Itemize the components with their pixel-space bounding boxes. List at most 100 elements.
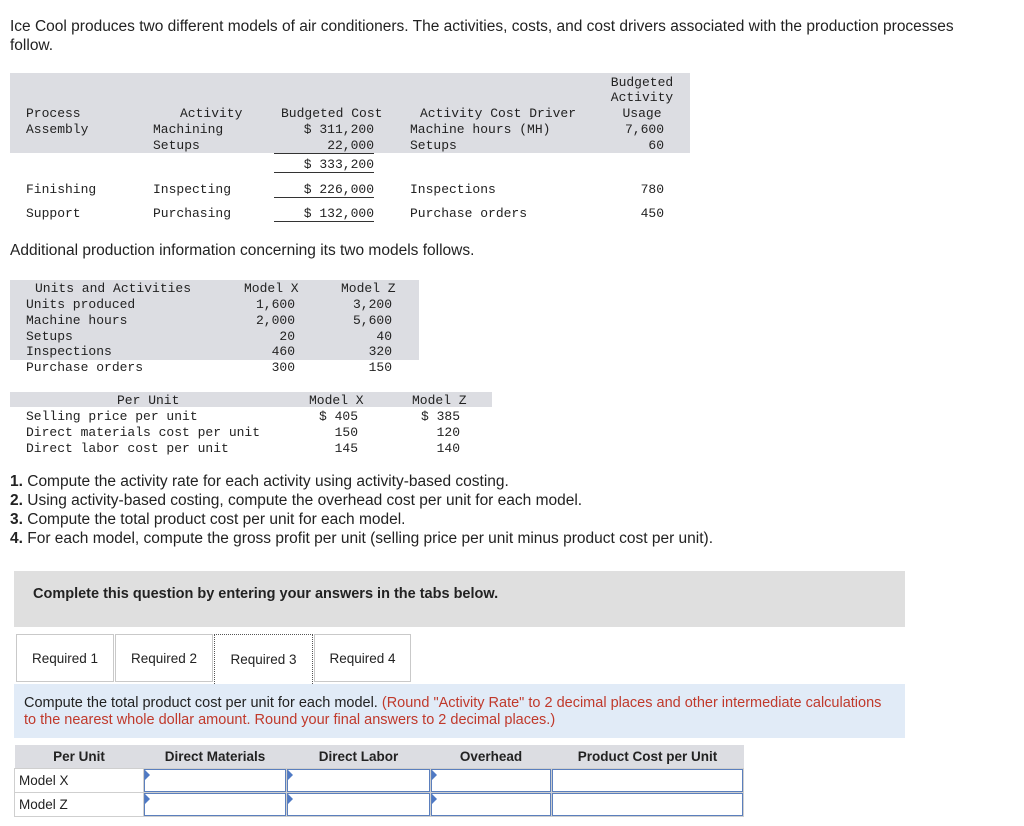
- question-4-text: For each model, compute the gross profit…: [22, 530, 714, 547]
- units-row-model-z: 40: [376, 328, 392, 344]
- col-product-cost: Product Cost per Unit: [551, 745, 744, 769]
- input-model-x-overhead[interactable]: [430, 768, 552, 793]
- question-2-number: 2.: [10, 492, 23, 509]
- input-model-x-direct-labor[interactable]: [286, 768, 431, 793]
- header-budgeted-cost: Budgeted Cost: [281, 106, 383, 121]
- question-3-number: 3.: [10, 511, 23, 528]
- per-unit-header: Per Unit: [117, 393, 180, 408]
- per-unit-row-model-x: $ 405: [318, 409, 358, 424]
- col-overhead: Overhead: [430, 745, 552, 769]
- input-box[interactable]: [144, 769, 286, 792]
- finishing-cost: $ 226,000: [274, 182, 374, 198]
- units-row-label: Machine hours: [26, 312, 128, 328]
- assembly-cost-2: 22,000: [274, 138, 374, 154]
- units-row-model-z: 3,200: [352, 297, 392, 312]
- input-marker-icon: [432, 770, 437, 780]
- input-box[interactable]: [144, 793, 286, 816]
- assembly-usage-2: 60: [648, 138, 664, 153]
- input-marker-icon: [288, 794, 293, 804]
- input-box[interactable]: [552, 769, 743, 792]
- intro-text: Ice Cool produces two different models o…: [10, 18, 954, 54]
- input-marker-icon: [145, 794, 150, 804]
- units-row-model-x: 300: [271, 360, 295, 376]
- units-header-model-x: Model X: [244, 281, 299, 296]
- question-3: 3. Compute the total product cost per un…: [10, 510, 1010, 529]
- finishing-usage: 780: [640, 182, 664, 197]
- assembly-driver-1: Machine hours (MH): [410, 122, 551, 137]
- input-box[interactable]: [431, 769, 551, 792]
- table-row: Model X: [14, 768, 744, 793]
- question-1: 1. Compute the activity rate for each ac…: [10, 472, 1010, 491]
- input-model-z-product-cost[interactable]: [551, 792, 744, 817]
- tab-instruction-text: Compute the total product cost per unit …: [24, 695, 894, 729]
- support-usage: 450: [640, 206, 664, 221]
- per-unit-row-model-x: 145: [334, 440, 358, 456]
- tab-required-2[interactable]: Required 2: [115, 634, 213, 682]
- per-unit-header-model-z: Model Z: [412, 393, 467, 408]
- instruction-main: Compute the total product cost per unit …: [24, 695, 378, 711]
- units-row-model-z: 320: [368, 344, 392, 360]
- assembly-process: Assembly: [26, 122, 89, 137]
- tab-required-1[interactable]: Required 1: [16, 634, 114, 682]
- input-model-x-direct-materials[interactable]: [143, 768, 287, 793]
- per-unit-row-model-z: 120: [436, 424, 460, 440]
- input-box[interactable]: [431, 793, 551, 816]
- question-4-number: 4.: [10, 530, 23, 547]
- col-direct-labor: Direct Labor: [286, 745, 431, 769]
- assembly-driver-2: Setups: [410, 138, 457, 153]
- question-3-text: Compute the total product cost per unit …: [22, 511, 406, 528]
- col-direct-materials: Direct Materials: [143, 745, 287, 769]
- header-usage-3: Usage: [622, 106, 662, 121]
- question-2-text: Using activity-based costing, compute th…: [22, 492, 583, 509]
- units-header: Units and Activities: [35, 281, 192, 296]
- units-row-label: Inspections: [26, 344, 112, 360]
- question-2: 2. Using activity-based costing, compute…: [10, 491, 1010, 510]
- input-marker-icon: [288, 770, 293, 780]
- per-unit-row-model-z: $ 385: [420, 409, 460, 424]
- units-header-model-z: Model Z: [341, 281, 396, 296]
- units-row-model-x: 460: [271, 344, 295, 360]
- units-row-model-x: 20: [279, 328, 295, 344]
- assembly-usage-1: 7,600: [624, 122, 664, 137]
- input-model-z-overhead[interactable]: [430, 792, 552, 817]
- header-activity: Activity: [180, 106, 243, 121]
- question-4: 4. For each model, compute the gross pro…: [10, 529, 1010, 548]
- tab-required-4[interactable]: Required 4: [314, 634, 411, 682]
- input-model-z-direct-materials[interactable]: [143, 792, 287, 817]
- row-label-model-z: Model Z: [14, 792, 144, 817]
- question-1-number: 1.: [10, 473, 23, 490]
- per-unit-row-model-x: 150: [334, 424, 358, 440]
- input-model-x-product-cost[interactable]: [551, 768, 744, 793]
- finishing-process: Finishing: [26, 182, 97, 197]
- table-row: Model Z: [14, 792, 744, 817]
- col-per-unit: Per Unit: [14, 745, 144, 769]
- header-usage-2: Activity: [610, 90, 674, 105]
- support-cost: $ 132,000: [274, 206, 374, 222]
- per-unit-header-model-x: Model X: [309, 393, 364, 408]
- units-row-label: Purchase orders: [26, 360, 144, 376]
- answer-table: Per Unit Direct Materials Direct Labor O…: [14, 745, 744, 817]
- assembly-total: $ 333,200: [274, 157, 374, 173]
- units-row-model-x: 2,000: [255, 312, 295, 328]
- assembly-activity-2: Setups: [153, 138, 200, 153]
- header-process: Process: [26, 106, 81, 121]
- units-row-model-z: 5,600: [352, 312, 392, 328]
- input-box[interactable]: [552, 793, 743, 816]
- header-usage-1: Budgeted: [610, 75, 674, 90]
- support-process: Support: [26, 206, 81, 221]
- input-box[interactable]: [287, 793, 430, 816]
- per-unit-row-model-z: 140: [436, 440, 460, 456]
- additional-info-text: Additional production information concer…: [10, 242, 475, 259]
- input-model-z-direct-labor[interactable]: [286, 792, 431, 817]
- tab-required-3[interactable]: Required 3: [214, 634, 313, 684]
- finishing-activity: Inspecting: [153, 182, 232, 197]
- input-box[interactable]: [287, 769, 430, 792]
- units-row-model-x: 1,600: [255, 297, 295, 312]
- header-driver: Activity Cost Driver: [420, 106, 577, 121]
- questions-list: 1. Compute the activity rate for each ac…: [10, 472, 1010, 548]
- panel-text: Complete this question by entering your …: [33, 586, 499, 602]
- per-unit-row-label: Direct materials cost per unit: [26, 424, 261, 440]
- input-marker-icon: [432, 794, 437, 804]
- assembly-activity-1: Machining: [153, 122, 224, 137]
- per-unit-row-label: Direct labor cost per unit: [26, 440, 229, 456]
